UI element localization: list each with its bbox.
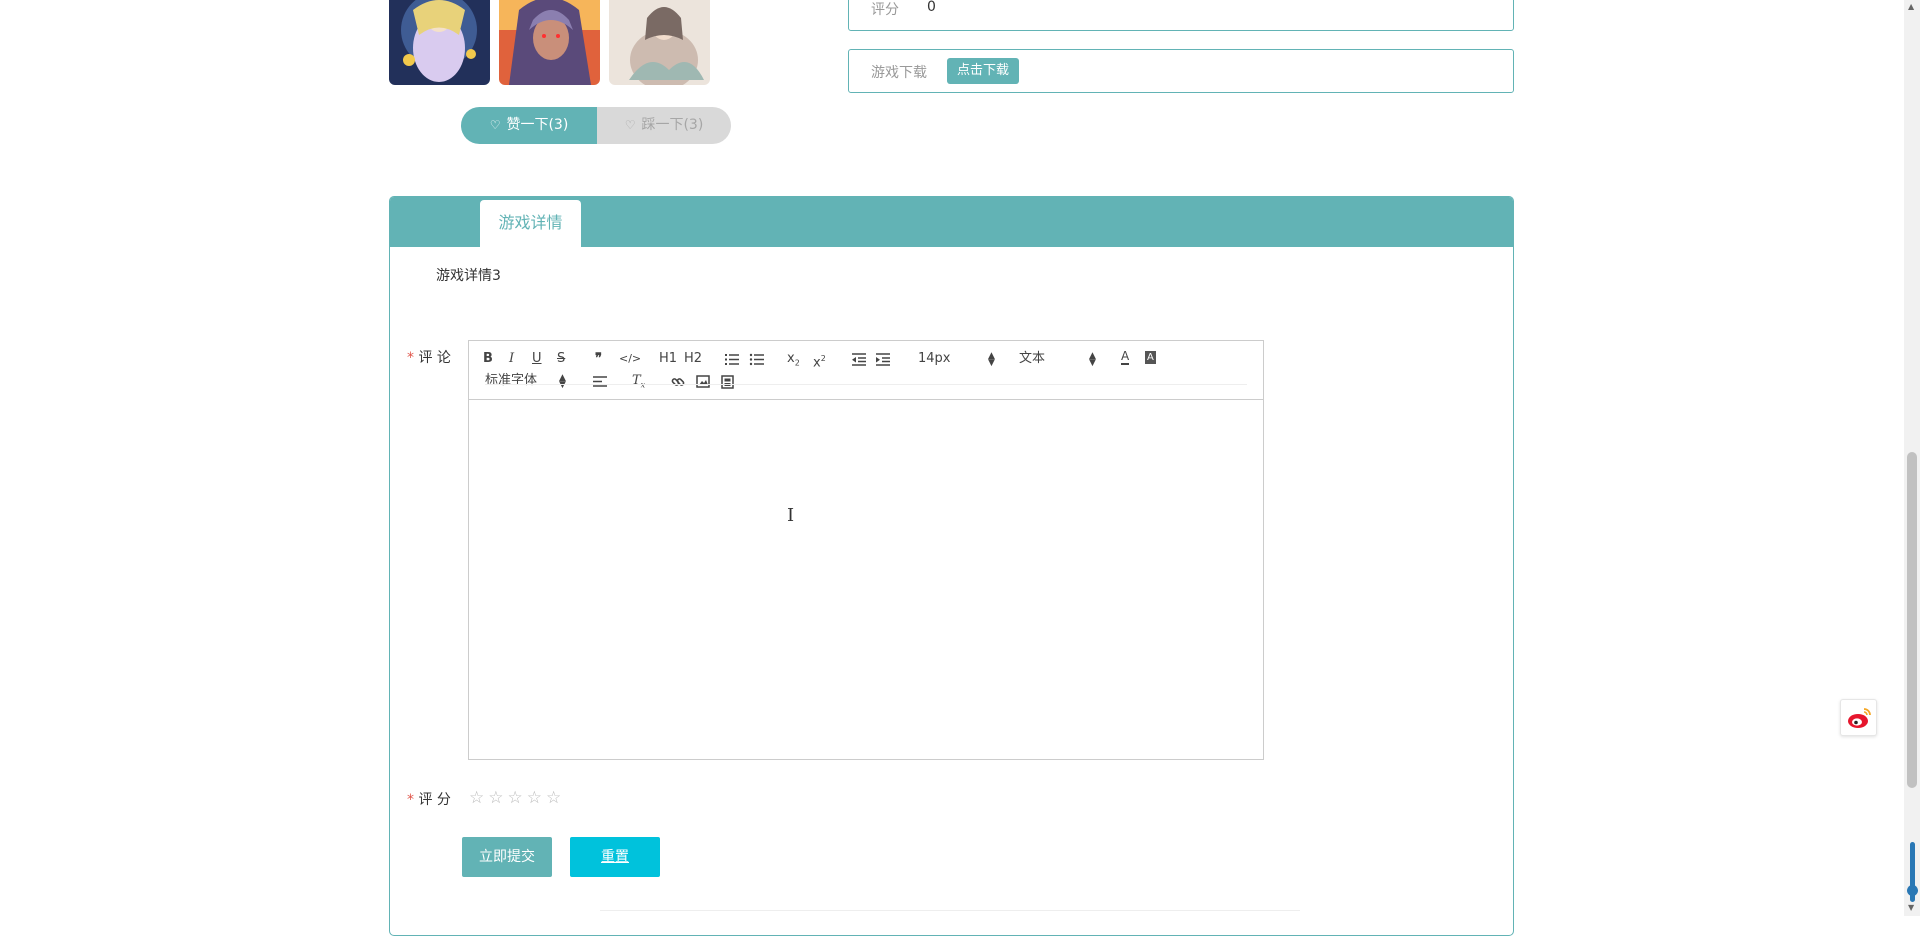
game-image-2-picture [499, 0, 600, 85]
comment-label: * 评 论 [407, 347, 451, 367]
align-icon[interactable] [593, 376, 607, 387]
italic-icon[interactable]: I [509, 350, 514, 368]
indent-icon[interactable] [875, 353, 891, 366]
game-image-3-picture [609, 0, 710, 85]
game-image-1-picture [389, 0, 490, 85]
thumbs-down-icon: ♡ [624, 118, 636, 132]
link-icon[interactable] [671, 375, 685, 389]
blockquote-icon[interactable]: ❞ [595, 350, 602, 368]
download-label: 游戏下载 [871, 65, 927, 81]
star-icon[interactable]: ☆ [508, 788, 527, 808]
comment-label-text: 评 论 [418, 350, 451, 366]
rating-label: 评分 [871, 2, 899, 18]
underline-icon[interactable]: U [532, 350, 542, 368]
like-button[interactable]: ♡ 赞一下(3) [461, 107, 597, 144]
toolbar-divider [485, 384, 1247, 385]
scroll-down-icon[interactable]: ▼ [1908, 904, 1914, 912]
font-size-select[interactable]: 14px ▲ ▼ [918, 350, 996, 368]
download-box: 游戏下载 点击下载 [848, 49, 1514, 93]
game-image-1[interactable] [389, 0, 490, 85]
comment-editor: B I U S ❞ </> H1 H2 x2 x2 14px ▲ ▼ 文本 ▲ ▼ … [468, 340, 1264, 760]
text-cursor-icon: I [787, 505, 795, 526]
select-arrows-icon: ▲ ▼ [988, 351, 995, 368]
tab-game-detail[interactable]: 游戏详情 [480, 200, 581, 247]
text-color-icon[interactable]: A [1121, 350, 1130, 365]
score-label-text: 评 分 [418, 792, 451, 808]
background-color-icon[interactable]: A [1145, 351, 1156, 364]
select-arrows-icon: ▲ ▼ [1089, 351, 1096, 368]
header-1-icon[interactable]: H1 [659, 350, 677, 368]
bullet-list-icon[interactable] [749, 353, 765, 366]
dislike-label: 踩一下(3) [641, 117, 704, 133]
star-rating[interactable]: ☆☆☆☆☆ [469, 788, 565, 808]
subscript-icon[interactable]: x2 [787, 350, 800, 373]
rating-value: 0 [927, 0, 936, 15]
submit-button[interactable]: 立即提交 [462, 837, 552, 877]
bottom-divider [600, 910, 1300, 916]
star-icon[interactable]: ☆ [546, 788, 565, 808]
star-icon[interactable]: ☆ [527, 788, 546, 808]
comment-text-area[interactable]: I [469, 401, 1263, 760]
image-icon[interactable] [696, 375, 710, 388]
required-mark: * [407, 792, 414, 808]
video-icon[interactable] [721, 375, 734, 389]
weibo-icon [1848, 708, 1871, 728]
page-scrollbar[interactable]: ▲ ▼ [1904, 0, 1920, 916]
reset-button[interactable]: 重置 [570, 837, 660, 877]
detail-content: 游戏详情3 [436, 268, 501, 284]
bold-icon[interactable]: B [483, 350, 493, 368]
header-2-icon[interactable]: H2 [684, 350, 702, 368]
scrollbar-thumb[interactable] [1907, 452, 1917, 788]
scroll-indicator-bulb [1907, 885, 1918, 896]
editor-toolbar: B I U S ❞ </> H1 H2 x2 x2 14px ▲ ▼ 文本 ▲ ▼ … [469, 341, 1263, 400]
star-icon[interactable]: ☆ [469, 788, 488, 808]
like-label: 赞一下(3) [506, 117, 569, 133]
score-label: * 评 分 [407, 789, 451, 809]
select-arrows-icon: ▲ ▼ [559, 373, 566, 390]
required-mark: * [407, 350, 414, 366]
ordered-list-icon[interactable] [724, 353, 740, 366]
superscript-icon[interactable]: x2 [813, 350, 826, 372]
header-type-select[interactable]: 文本 ▲ ▼ [1019, 350, 1097, 368]
scroll-up-icon[interactable]: ▲ [1908, 3, 1914, 11]
code-icon[interactable]: </> [619, 350, 641, 368]
download-button[interactable]: 点击下载 [947, 58, 1020, 84]
font-family-select[interactable]: 标准字体 ▲ ▼ [485, 372, 567, 390]
game-image-2[interactable] [499, 0, 600, 85]
game-image-3[interactable] [609, 0, 710, 85]
strikethrough-icon[interactable]: S [557, 350, 565, 368]
outdent-icon[interactable] [851, 353, 867, 366]
weibo-share-button[interactable] [1840, 699, 1877, 736]
dislike-button[interactable]: ♡ 踩一下(3) [597, 107, 731, 144]
thumbs-up-icon: ♡ [489, 118, 501, 132]
rating-box: 评分 0 [848, 0, 1514, 31]
star-icon[interactable]: ☆ [488, 788, 507, 808]
